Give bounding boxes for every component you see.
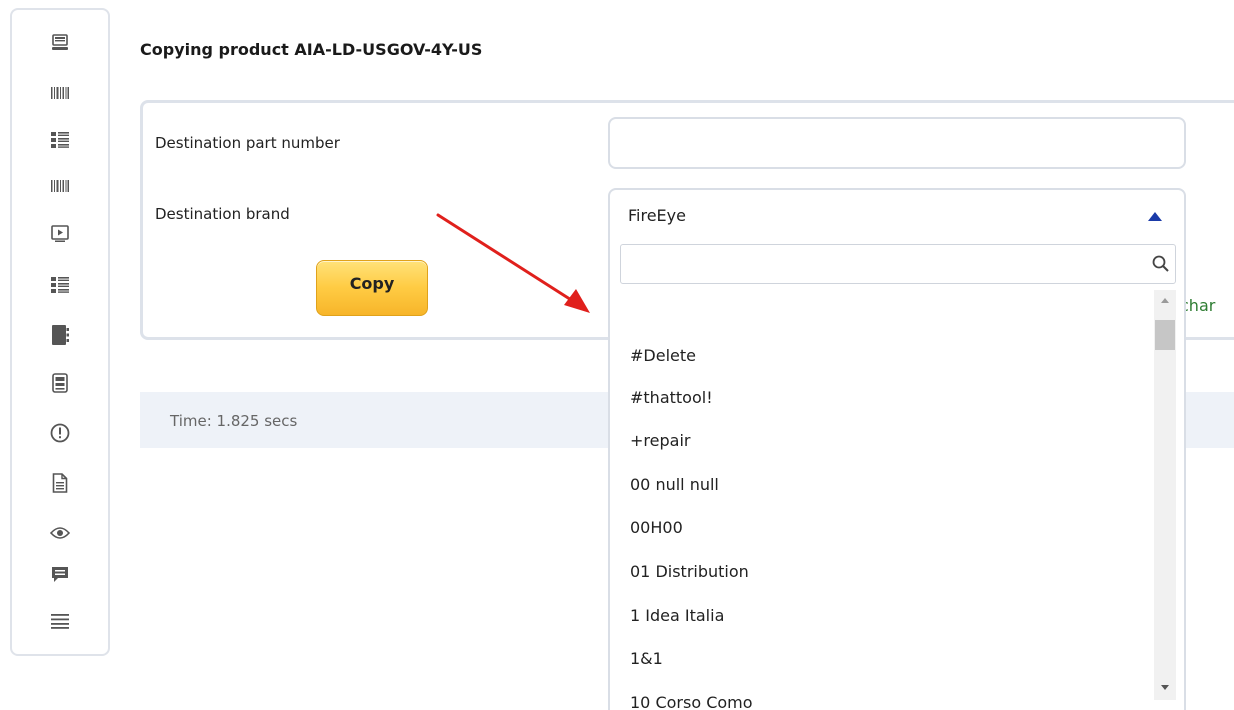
barcode-icon[interactable] [47,80,73,106]
sidebar [10,8,110,656]
page-title: Copying product AIA-LD-USGOV-4Y-US [140,40,483,59]
monitor-icon[interactable] [47,30,73,56]
dropdown-option[interactable]: 10 Corso Como [630,693,753,710]
dropdown-option[interactable]: 1 Idea Italia [630,606,724,625]
list-view-icon[interactable] [47,127,73,153]
chat-bubble-icon[interactable] [47,562,73,588]
time-text: Time: 1.825 secs [170,412,298,430]
chevron-up-icon[interactable] [1148,212,1162,221]
barcode-icon[interactable] [47,173,73,199]
destination-brand-dropdown[interactable]: FireEye #Delete #thattool! +repair 00 nu… [608,188,1186,710]
destination-part-number-input[interactable] [608,117,1186,169]
list-view-icon[interactable] [47,272,73,298]
scroll-thumb[interactable] [1155,320,1175,350]
dropdown-option[interactable]: 00 null null [630,475,719,494]
document-icon[interactable] [47,470,73,496]
dropdown-search-input[interactable] [620,244,1176,284]
destination-part-number-label: Destination part number [155,134,340,152]
alert-circle-icon[interactable] [47,420,73,446]
search-icon [1152,255,1169,272]
dropdown-options-list: #Delete #thattool! +repair 00 null null … [610,290,1150,710]
dropdown-option[interactable]: #thattool! [630,388,713,407]
eye-icon[interactable] [47,520,73,546]
dropdown-option[interactable]: +repair [630,431,690,450]
play-screen-icon[interactable] [47,221,73,247]
dropdown-scrollbar[interactable] [1154,290,1176,700]
page: Copying product AIA-LD-USGOV-4Y-US Desti… [0,0,1234,710]
scroll-up-icon[interactable] [1161,298,1169,303]
dropdown-option[interactable]: 01 Distribution [630,562,749,581]
copy-button[interactable]: Copy [316,260,428,316]
menu-lines-icon[interactable] [47,608,73,634]
dropdown-option[interactable]: 00H00 [630,518,683,537]
destination-brand-label: Destination brand [155,205,290,223]
archive-icon[interactable] [47,370,73,396]
dropdown-option[interactable]: #Delete [630,346,696,365]
notebook-icon[interactable] [47,322,73,348]
dropdown-selected-value[interactable]: FireEye [628,206,686,225]
scroll-down-icon[interactable] [1161,685,1169,690]
dropdown-option[interactable]: 1&1 [630,649,663,668]
